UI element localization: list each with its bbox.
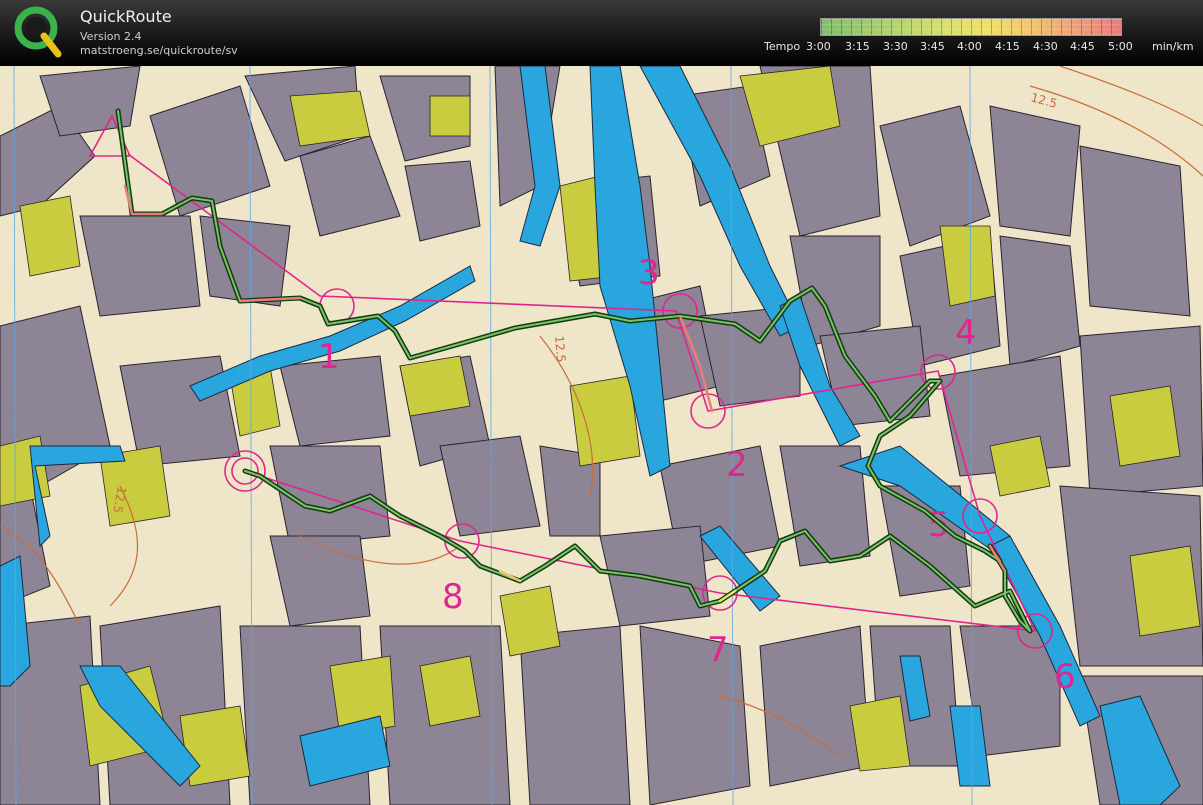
app-title: QuickRoute (80, 7, 172, 26)
tempo-color-scale (820, 18, 1122, 36)
control-number: 3 (638, 253, 660, 293)
contour-label: 12.5 (552, 335, 568, 363)
tempo-tick: 3:00 (806, 40, 831, 53)
tempo-gradient-grid (821, 19, 1121, 35)
tempo-unit: min/km (1152, 40, 1194, 53)
control-number: 4 (955, 313, 977, 353)
tempo-tick: 4:15 (995, 40, 1020, 53)
orienteering-map[interactable]: 12.5 12.5 12.5 1 2 3 4 5 6 7 8 (0, 66, 1203, 805)
control-number: 6 (1054, 657, 1076, 697)
tempo-tick: 3:30 (883, 40, 908, 53)
map-canvas[interactable]: 12.5 12.5 12.5 1 2 3 4 5 6 7 8 (0, 66, 1203, 805)
quickroute-logo-icon (14, 6, 62, 58)
tempo-tick: 5:00 (1108, 40, 1133, 53)
tempo-tick: 4:30 (1033, 40, 1058, 53)
control-number: 2 (726, 445, 748, 485)
tempo-label: Tempo (764, 40, 801, 53)
tempo-tick: 3:15 (845, 40, 870, 53)
control-number: 1 (318, 337, 340, 377)
tempo-tick: 3:45 (920, 40, 945, 53)
control-number: 8 (442, 577, 464, 617)
app-header: QuickRoute Version 2.4 matstroeng.se/qui… (0, 0, 1203, 66)
tempo-tick: 4:00 (957, 40, 982, 53)
control-number: 7 (707, 630, 729, 670)
app-url[interactable]: matstroeng.se/quickroute/sv (80, 44, 238, 57)
tempo-tick: 4:45 (1070, 40, 1095, 53)
app-version: Version 2.4 (80, 30, 142, 43)
